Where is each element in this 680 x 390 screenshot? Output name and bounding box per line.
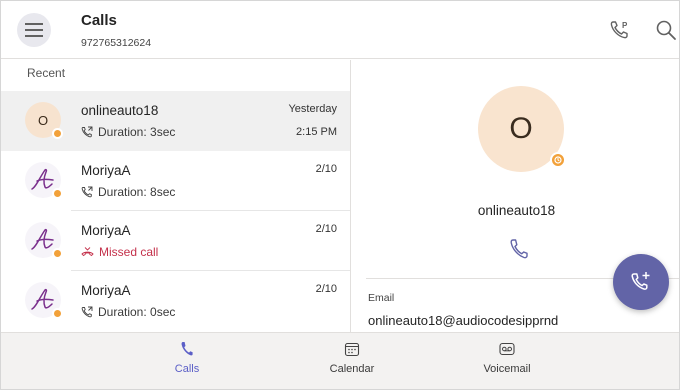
phone-icon [181, 342, 193, 356]
add-call-icon [631, 272, 650, 290]
svg-text:P: P [622, 21, 628, 30]
call-list-item[interactable]: MoriyaA Missed call 2/10 [1, 211, 350, 271]
call-contact-button[interactable] [509, 238, 529, 260]
calendar-icon [344, 342, 360, 357]
call-detail: Duration: 3sec [81, 125, 175, 139]
presence-away-icon [52, 188, 63, 199]
contact-name: MoriyaA [81, 163, 131, 178]
avatar: O [25, 102, 63, 139]
nav-voicemail[interactable]: Voicemail [452, 341, 562, 375]
avatar-initial: O [37, 112, 49, 128]
missed-call-icon [81, 247, 94, 257]
nav-label: Calls [174, 363, 200, 375]
search-button[interactable] [653, 17, 679, 43]
outgoing-call-icon [81, 186, 93, 198]
park-call-icon: P [610, 21, 628, 39]
call-list-item[interactable]: MoriyaA Duration: 8sec 2/10 [1, 151, 350, 211]
avatar [25, 282, 63, 319]
call-date: 2/10 [315, 283, 337, 295]
avatar-initial: O [509, 112, 533, 145]
missed-call-label: Missed call [99, 245, 159, 259]
phone-icon [510, 239, 528, 259]
nav-label: Voicemail [483, 363, 531, 375]
new-call-button[interactable] [613, 254, 669, 310]
call-date: 2/10 [315, 223, 337, 235]
email-value: onlineauto18@audiocodesipprnd [368, 313, 559, 328]
section-label: Recent [27, 66, 66, 80]
contact-name: onlineauto18 [477, 203, 556, 218]
voicemail-icon [499, 342, 515, 356]
contact-avatar: O [478, 86, 566, 172]
call-detail: Duration: 0sec [81, 305, 175, 319]
app-window: Calls 972765312624 P Recent O onlineauto… [0, 0, 680, 390]
presence-away-icon [52, 248, 63, 259]
outgoing-call-icon [81, 126, 93, 138]
nav-calendar[interactable]: Calendar [297, 341, 407, 375]
email-label: Email [368, 292, 395, 304]
contact-name: MoriyaA [81, 283, 131, 298]
contact-name: MoriyaA [81, 223, 131, 238]
call-detail: Missed call [81, 245, 158, 259]
park-call-button[interactable]: P [607, 17, 633, 43]
menu-button[interactable] [17, 13, 51, 47]
call-detail: Duration: 8sec [81, 185, 175, 199]
call-duration: Duration: 8sec [98, 185, 176, 199]
menu-icon [25, 23, 43, 37]
recent-calls-list: Recent O onlineauto18 Duration: 3sec Yes… [1, 60, 351, 332]
contact-name: onlineauto18 [81, 103, 159, 118]
call-list-item[interactable]: O onlineauto18 Duration: 3sec Yesterday … [1, 91, 350, 151]
call-duration: Duration: 3sec [98, 125, 176, 139]
call-time: 2:15 PM [296, 126, 337, 138]
call-duration: Duration: 0sec [98, 305, 176, 319]
outgoing-call-icon [81, 306, 93, 318]
nav-label: Calendar [329, 363, 375, 375]
presence-away-icon [52, 308, 63, 319]
bottom-nav: Calls Calendar Voicemail [1, 332, 679, 389]
page-title: Calls [81, 12, 117, 29]
call-date: 2/10 [315, 163, 337, 175]
app-header: Calls 972765312624 P [1, 1, 679, 59]
search-icon [656, 20, 676, 40]
presence-away-icon [550, 152, 566, 168]
presence-away-icon [52, 128, 63, 139]
avatar [25, 162, 63, 199]
avatar [25, 222, 63, 259]
phone-number: 972765312624 [81, 37, 152, 49]
call-list-item[interactable]: MoriyaA Duration: 0sec 2/10 [1, 271, 350, 331]
nav-calls[interactable]: Calls [132, 341, 242, 375]
call-date: Yesterday [288, 103, 337, 115]
